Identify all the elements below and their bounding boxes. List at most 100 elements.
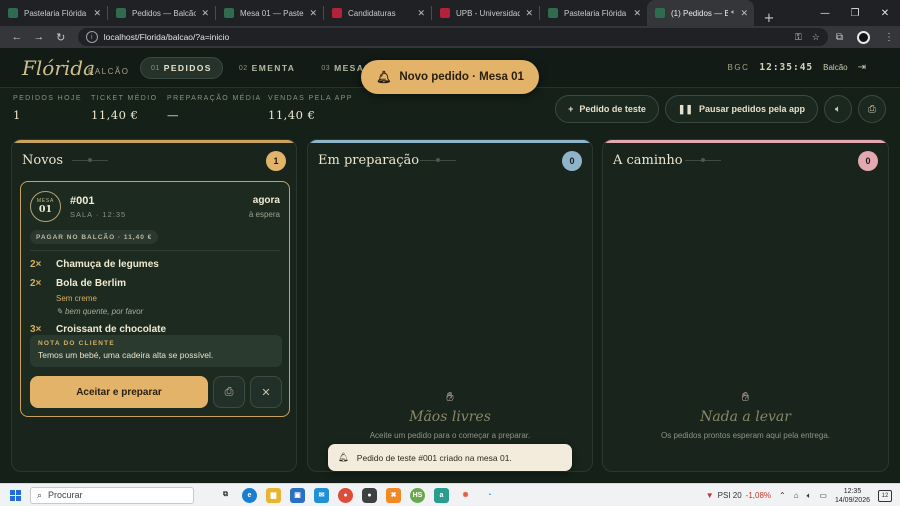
test-order-button[interactable]: + Pedido de teste [555,95,659,123]
app-burst-icon[interactable]: ✺ [458,488,473,503]
start-button[interactable] [0,489,30,501]
column-preparing: Em preparação 0 ✋︎ Mãos livres Aceite um… [307,139,593,472]
reload-icon[interactable]: ↻ [50,31,72,44]
battery-icon[interactable]: ▭ [819,491,827,500]
taskbar-clock[interactable]: 12:35 14/09/2026 [835,487,870,505]
app-a-icon[interactable]: a [434,487,449,503]
chrome-active-icon[interactable]: ● [362,487,377,503]
minimize-button[interactable]: — [810,8,840,19]
browser-menu-icon[interactable]: ⋮ [884,32,894,43]
nav-tab-pedidos[interactable]: 01 PEDIDOS [140,57,223,79]
favicon-icon [332,8,342,18]
xampp-icon[interactable]: ✖ [386,487,401,503]
printer-icon: ⎙ [868,103,876,115]
print-order-button[interactable]: ⎙ [213,376,245,408]
chrome-icon[interactable]: ● [338,487,353,503]
notification-toast[interactable]: 🔔︎ Pedido de teste #001 criado na mesa 0… [328,444,572,471]
favicon-icon [440,8,450,18]
tab-title: Pastelaria Flórida — B [24,8,88,18]
clock: 12:35:45 [759,62,814,73]
client-note: NOTA DO CLIENTE Temos um bebé, uma cadei… [30,335,282,367]
table-tag: MESA 01 [30,191,61,222]
chevron-up-icon[interactable]: ⌃ [779,491,786,500]
browser-tab[interactable]: Pastelaria Flórida — B ✕ [540,0,647,26]
browser-tab[interactable]: Pedidos — Balcão Flo ✕ [108,0,215,26]
hand-icon: ✋︎ [741,390,750,405]
notification-center-icon[interactable]: 12 [878,489,892,502]
reject-order-button[interactable]: ✕ [250,376,282,408]
hand-icon: ✋︎ [446,390,454,405]
order-meta: SALA · 12:35 [70,210,127,219]
close-tab-icon[interactable]: ✕ [740,8,748,19]
stat-orders-today: PEDIDOS HOJE 1 [13,95,82,122]
favicon-icon [655,8,665,18]
tab-title: Mesa 01 — Pastelaria [240,8,304,18]
browser-tab[interactable]: (1) Pedidos — Ba 🔈︎ ✕ [647,0,754,26]
empty-subtitle: Os pedidos prontos esperam aqui pela ent… [661,431,830,440]
tab-audio-icon[interactable]: 🔈︎ [731,9,735,17]
nav-tab-ementa[interactable]: 02 EMENTA [229,57,305,79]
file-explorer-icon[interactable]: ▆ [266,487,281,503]
stat-label: TICKET MÉDIO [91,95,158,102]
new-tab-button[interactable]: + [758,11,780,26]
column-title: Em preparação [318,153,420,168]
stock-ticker[interactable]: ▼ PSI 20 -1,08% [706,491,771,500]
pause-orders-button[interactable]: ❚❚ Pausar pedidos pela app [664,95,818,123]
ticker-name: PSI 20 [717,491,742,500]
stat-label: VENDAS PELA APP [268,95,353,102]
browser-tab[interactable]: Pastelaria Flórida — B ✕ [0,0,107,26]
close-tab-icon[interactable]: ✕ [525,8,533,19]
url-field[interactable]: i localhost/Florida/balcao/?a=inicio ⚿ ☆ [77,28,828,46]
store-icon[interactable]: ▣ [290,487,305,503]
back-icon[interactable]: ← [6,31,28,43]
stat-label: PREPARAÇÃO MÉDIA [167,95,262,102]
app-hs-icon[interactable]: HS [410,487,425,503]
empty-state: ✋︎ Nada a levar Os pedidos prontos esper… [603,390,888,440]
browser-tab[interactable]: Mesa 01 — Pastelaria ✕ [216,0,323,26]
favicon-icon [8,8,18,18]
new-order-alert[interactable]: 🔔︎ Novo pedido · Mesa 01 [361,60,539,94]
taskbar-search[interactable]: ⌕ Procurar [30,486,194,504]
favicon-icon [116,8,126,18]
accept-and-prepare-button[interactable]: Aceitar e preparar [30,376,208,408]
close-tab-icon[interactable]: ✕ [93,8,101,19]
close-tab-icon[interactable]: ✕ [633,8,641,19]
pencil-icon: ✎ [56,307,65,316]
password-key-icon[interactable]: ⚿ [795,32,802,43]
site-info-icon[interactable]: i [85,31,98,43]
sound-toggle-button[interactable]: 🔈︎ [824,95,852,123]
network-icon[interactable]: ⌂ [794,491,799,500]
main-nav: 01 PEDIDOS 02 EMENTA 03 MESAS [140,57,381,79]
mail-icon[interactable]: ✉ [314,487,329,503]
edge-icon[interactable]: e [242,487,257,503]
maximize-button[interactable]: ❐ [840,8,870,19]
task-view-icon[interactable]: ⧉ [218,488,233,503]
item-note: ✎ bem quente, por favor [56,307,143,316]
forward-icon[interactable]: → [28,31,50,43]
stat-label: PEDIDOS HOJE [13,95,82,102]
column-new: Novos 1 MESA 01 #001 SALA · 12:35 agora … [11,139,297,472]
bookmark-star-icon[interactable]: ☆ [812,32,820,43]
nav-tab-number: 01 [151,64,160,72]
close-tab-icon[interactable]: ✕ [417,8,425,19]
order-card[interactable]: MESA 01 #001 SALA · 12:35 agora à espera… [20,181,290,417]
print-all-button[interactable]: ⎙ [858,95,886,123]
close-tab-icon[interactable]: ✕ [309,8,317,19]
browser-tab[interactable]: Candidaturas ✕ [324,0,431,26]
tab-title: UPB - Universidade P [456,8,521,18]
ornament [685,158,721,162]
logout-icon[interactable]: ⇥ [858,62,866,73]
nav-tab-label: EMENTA [251,63,296,73]
extensions-icon[interactable]: ⧉ [836,32,843,43]
browser-tab[interactable]: UPB - Universidade P ✕ [432,0,539,26]
column-accent [603,140,888,143]
order-item: 2× Chamuça de legumes [30,259,159,270]
volume-icon[interactable]: 🔈︎ [807,491,812,501]
close-window-button[interactable]: ✕ [870,8,900,19]
close-tab-icon[interactable]: ✕ [201,8,209,19]
app-swirl-icon[interactable]: ◔ [482,488,497,503]
empty-state: ✋︎ Mãos livres Aceite um pedido para o c… [308,390,592,440]
system-tray: ▼ PSI 20 -1,08% ⌃ ⌂ 🔈︎ ▭ 12:35 14/09/202… [706,484,892,506]
stat-value: — [167,108,179,122]
profile-avatar[interactable] [856,30,870,44]
